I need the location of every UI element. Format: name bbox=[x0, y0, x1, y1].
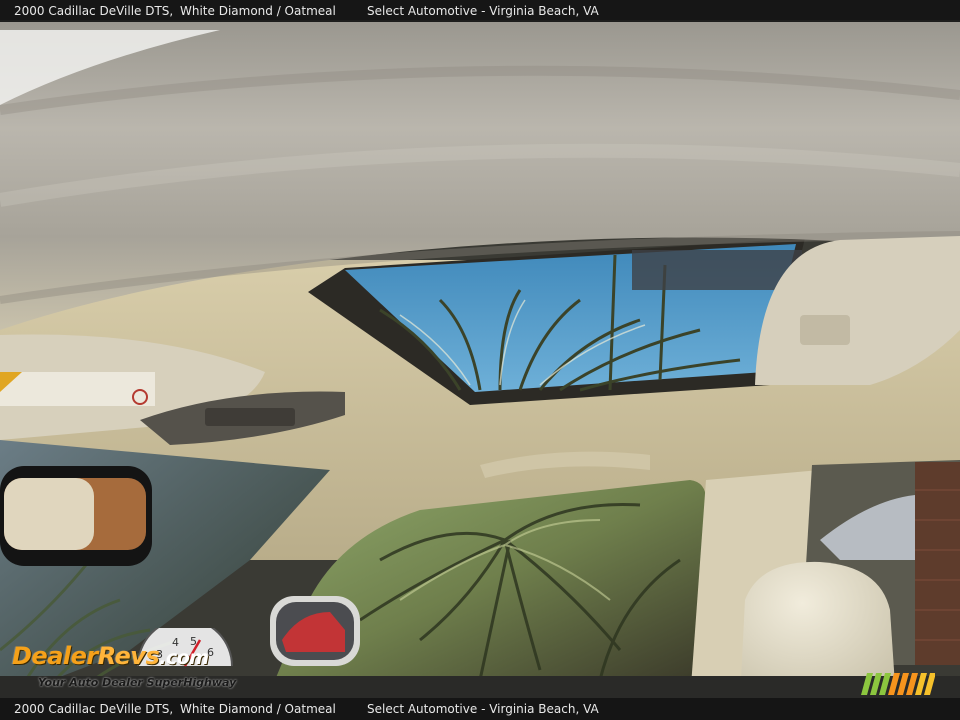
logo-dealer: Dealer bbox=[12, 642, 98, 670]
caption-bar-top: 2000 Cadillac DeVille DTS, White Diamond… bbox=[0, 0, 960, 22]
color-stripes-icon bbox=[861, 673, 935, 695]
caption-colors-bottom: White Diamond / Oatmeal bbox=[180, 702, 336, 716]
caption-vehicle: 2000 Cadillac DeVille DTS, bbox=[14, 4, 174, 18]
logo-com: .com bbox=[159, 647, 209, 669]
photo-frame: 2000 Cadillac DeVille DTS, White Diamond… bbox=[0, 0, 960, 720]
logo-revs: Revs bbox=[97, 642, 160, 670]
caption-dealer-bottom: Select Automotive - Virginia Beach, VA bbox=[367, 702, 599, 716]
car-interior-photo bbox=[0, 0, 960, 720]
logo-wordmark: DealerRevs.com bbox=[12, 642, 209, 670]
dealerrevs-watermark: 3 4 5 6 DealerRevs.com Your Auto Dealer … bbox=[12, 628, 262, 694]
caption-colors: White Diamond / Oatmeal bbox=[180, 4, 336, 18]
caption-dealer: Select Automotive - Virginia Beach, VA bbox=[367, 4, 599, 18]
caption-bar-bottom: 2000 Cadillac DeVille DTS, White Diamond… bbox=[0, 698, 960, 720]
logo-tagline: Your Auto Dealer SuperHighway bbox=[38, 676, 237, 689]
caption-vehicle-bottom: 2000 Cadillac DeVille DTS, bbox=[14, 702, 174, 716]
